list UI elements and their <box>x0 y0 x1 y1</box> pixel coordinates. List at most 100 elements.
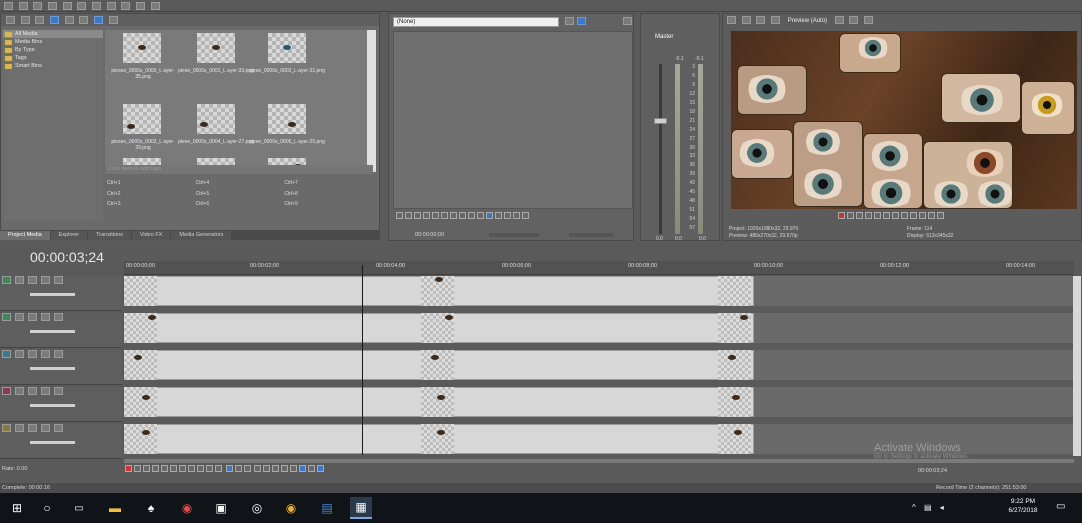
paste-icon[interactable] <box>106 2 116 10</box>
trimmer-tool-icon[interactable] <box>577 17 586 25</box>
loop-icon[interactable] <box>396 212 403 219</box>
mute-icon[interactable] <box>15 350 24 358</box>
delete-icon[interactable] <box>254 465 262 472</box>
tags-field[interactable]: Click here to add tags <box>105 165 373 174</box>
level-slider[interactable] <box>30 404 75 407</box>
play-icon[interactable] <box>865 212 872 219</box>
fx-icon[interactable] <box>41 424 50 432</box>
lock-icon[interactable] <box>281 465 289 472</box>
snap-icon[interactable] <box>215 465 222 472</box>
copy-snapshot-icon[interactable] <box>849 16 859 24</box>
remove-media-icon[interactable] <box>50 16 60 24</box>
open-icon[interactable] <box>18 2 28 10</box>
split-screen-icon[interactable] <box>756 16 766 24</box>
play-from-start-icon[interactable] <box>856 212 863 219</box>
search-icon[interactable] <box>79 16 89 24</box>
stop-icon[interactable] <box>883 212 890 219</box>
media-thumb[interactable] <box>123 33 161 63</box>
track-header[interactable] <box>0 387 122 422</box>
go-start-icon[interactable] <box>892 212 899 219</box>
tree-item-smart-bins[interactable]: Smart Bins <box>3 62 103 70</box>
media-thumb[interactable] <box>268 33 306 63</box>
go-start-icon[interactable] <box>459 212 466 219</box>
grid-icon[interactable] <box>834 16 844 24</box>
notifications-button[interactable]: ▭ <box>1056 501 1065 512</box>
render-icon[interactable] <box>48 2 58 10</box>
timeline-ruler[interactable]: 00:00:00;00 00:00:02;00 00:00:04;00 00:0… <box>124 261 1074 275</box>
mute-icon[interactable] <box>15 387 24 395</box>
pause-icon[interactable] <box>423 212 430 219</box>
preview-quality-dropdown[interactable]: Preview (Auto) <box>788 18 827 24</box>
next-frame-icon[interactable] <box>450 212 457 219</box>
fx-icon[interactable] <box>41 387 50 395</box>
play-from-start-icon[interactable] <box>143 465 150 472</box>
task-view-button[interactable]: ▭ <box>68 497 90 519</box>
solo-icon[interactable] <box>28 313 37 321</box>
go-start-icon[interactable] <box>179 465 186 472</box>
solo-icon[interactable] <box>28 350 37 358</box>
record-icon[interactable] <box>838 212 845 219</box>
capture-icon[interactable] <box>20 16 30 24</box>
motion-icon[interactable] <box>54 313 63 321</box>
tree-item-media-bins[interactable]: Media Bins <box>3 38 103 46</box>
level-slider[interactable] <box>30 367 75 370</box>
tray-chevron-icon[interactable]: ^ <box>912 503 916 512</box>
taskbar-edge[interactable]: ◉ <box>176 497 198 519</box>
crossfade-icon[interactable] <box>308 465 316 472</box>
tab-media-generators[interactable]: Media Generators <box>171 231 232 240</box>
fx-icon[interactable] <box>41 276 50 284</box>
motion-icon[interactable] <box>54 387 63 395</box>
go-end-icon[interactable] <box>188 465 195 472</box>
mute-icon[interactable] <box>15 276 24 284</box>
playhead-cursor[interactable] <box>362 265 363 455</box>
tab-video-fx[interactable]: Video FX <box>131 231 171 240</box>
mute-icon[interactable] <box>15 313 24 321</box>
shortcut-label[interactable]: Ctrl+6 <box>196 201 285 210</box>
shortcut-label[interactable]: Ctrl+8 <box>284 191 373 200</box>
media-thumb[interactable] <box>197 33 235 63</box>
get-media-icon[interactable] <box>35 16 45 24</box>
external-monitor-icon[interactable] <box>741 16 751 24</box>
snapping-icon[interactable] <box>317 465 325 472</box>
taskbar-steam[interactable]: ◎ <box>246 497 268 519</box>
track-header[interactable] <box>0 350 122 385</box>
shortcut-label[interactable]: Ctrl+9 <box>284 201 373 210</box>
shortcut-label[interactable]: Ctrl+5 <box>196 191 285 200</box>
solo-icon[interactable] <box>28 387 37 395</box>
marker-icon[interactable] <box>290 465 298 472</box>
import-media-icon[interactable] <box>6 16 15 24</box>
media-thumb[interactable] <box>197 104 235 134</box>
trimmer-slider[interactable] <box>489 233 539 237</box>
trimmer-monitor-icon[interactable] <box>623 17 632 25</box>
level-slider[interactable] <box>30 293 75 296</box>
pause-icon[interactable] <box>161 465 168 472</box>
media-thumb[interactable] <box>268 104 306 134</box>
overlays-icon[interactable] <box>771 16 781 24</box>
start-button[interactable]: ⊞ <box>6 497 28 519</box>
help-media-icon[interactable] <box>108 16 118 24</box>
shortcut-label[interactable]: Ctrl+1 <box>107 180 196 189</box>
save-icon[interactable] <box>33 2 43 10</box>
region-icon[interactable] <box>937 212 944 219</box>
shortcut-label[interactable]: Ctrl+2 <box>107 191 196 200</box>
prev-frame-icon[interactable] <box>441 212 448 219</box>
timeline-vscroll[interactable] <box>1073 276 1081 456</box>
trim-icon[interactable] <box>263 465 271 472</box>
next-frame-icon[interactable] <box>919 212 926 219</box>
tab-transitions[interactable]: Transitions <box>88 231 131 240</box>
mark-in-icon[interactable] <box>477 212 484 219</box>
track-header[interactable] <box>0 313 122 348</box>
views-icon[interactable] <box>94 16 104 24</box>
insert-icon[interactable] <box>522 212 529 219</box>
play-icon[interactable] <box>405 212 412 219</box>
motion-icon[interactable] <box>54 424 63 432</box>
stop-icon[interactable] <box>170 465 177 472</box>
go-end-icon[interactable] <box>468 212 475 219</box>
mark-out-icon[interactable] <box>495 212 502 219</box>
prev-frame-icon[interactable] <box>197 465 204 472</box>
clock[interactable]: 9:22 PM 6/27/2018 <box>1000 497 1046 515</box>
undo-icon[interactable] <box>121 2 131 10</box>
track-header[interactable] <box>0 276 122 311</box>
shortcut-label[interactable]: Ctrl+7 <box>284 180 373 189</box>
timeline-hscroll[interactable] <box>124 459 1074 463</box>
